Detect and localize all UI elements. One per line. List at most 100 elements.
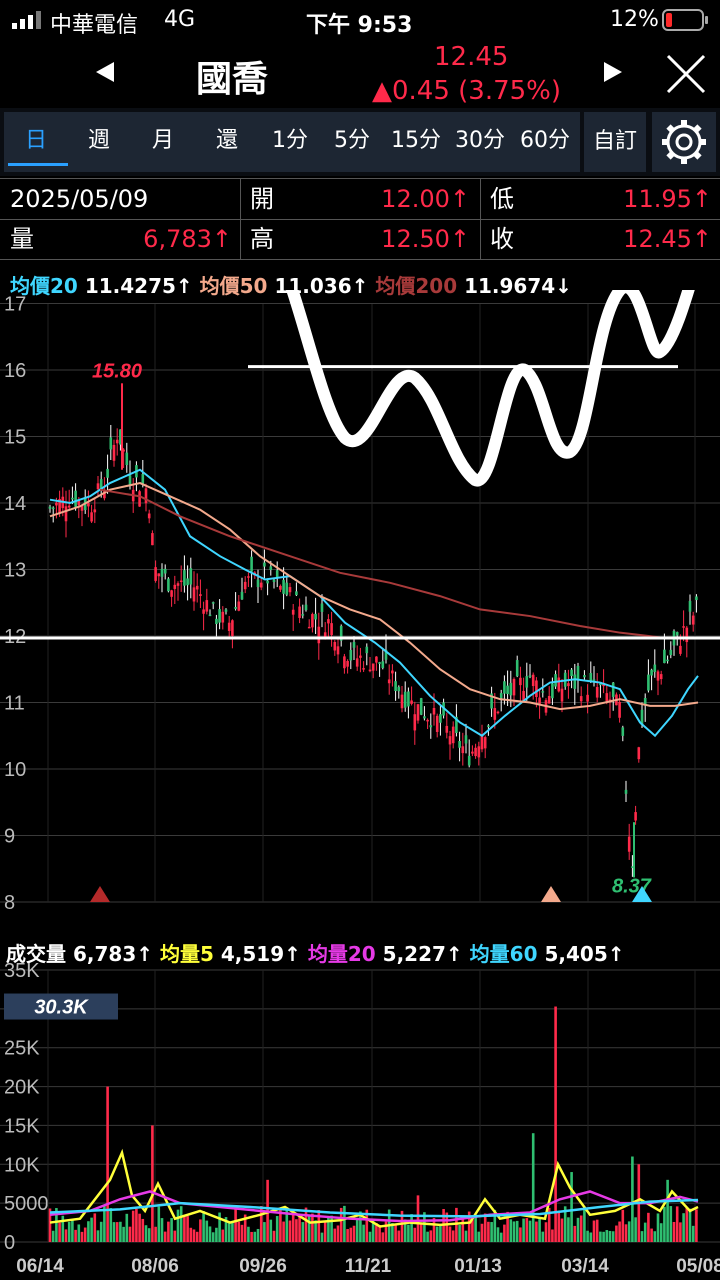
candle-body <box>663 649 666 664</box>
tab-restore[interactable]: 還 <box>196 112 258 172</box>
tab-15min[interactable]: 15分 <box>384 112 448 172</box>
candle-body <box>499 693 503 699</box>
candle-body <box>352 642 356 648</box>
volume-bar <box>64 1229 68 1242</box>
volume-bar <box>653 1231 657 1242</box>
candle-body <box>304 604 308 611</box>
volume-bar <box>67 1221 71 1242</box>
tab-60min[interactable]: 60分 <box>512 112 578 172</box>
volume-bar <box>669 1206 673 1242</box>
volume-bar <box>147 1228 151 1242</box>
network-type: 4G <box>164 7 196 32</box>
volume-bar <box>589 1232 593 1242</box>
candle-body <box>621 727 625 736</box>
candle-body <box>336 646 340 655</box>
candle-body <box>547 695 551 704</box>
tab-1min[interactable]: 1分 <box>260 112 320 172</box>
tab-30min[interactable]: 30分 <box>448 112 512 172</box>
candle-body <box>109 437 113 450</box>
volume-bar <box>314 1220 317 1242</box>
custom-button[interactable]: 自訂 <box>584 112 646 172</box>
volume-bar <box>317 1210 321 1242</box>
tab-5min[interactable]: 5分 <box>322 112 382 172</box>
candle-body <box>243 581 247 590</box>
volume-bar <box>691 1225 695 1242</box>
candle-body <box>519 677 522 686</box>
volume-bar <box>464 1230 468 1242</box>
volume-chart[interactable]: 35K30K25K20K15K10K5000030.3K06/1408/0609… <box>0 962 720 1280</box>
candle-body <box>496 711 500 714</box>
volume-bar <box>429 1230 433 1242</box>
date-axis-label: 11/21 <box>345 1256 392 1277</box>
price-chart[interactable]: 17161514131211109815.808.37 <box>0 290 720 910</box>
candle-body <box>314 613 317 620</box>
candle-body <box>679 645 682 654</box>
volume-bar <box>221 1229 225 1242</box>
gear-icon <box>662 120 706 164</box>
candle-body <box>624 789 628 794</box>
volume-bar <box>627 1221 631 1242</box>
tab-month[interactable]: 月 <box>132 112 194 172</box>
candle-body <box>429 725 433 728</box>
volume-bar <box>195 1231 199 1242</box>
candle-body <box>71 497 74 500</box>
candle-body <box>173 584 177 589</box>
candle-body <box>675 632 679 636</box>
grid-border <box>0 259 720 260</box>
next-stock-button[interactable] <box>598 58 626 86</box>
volume-bar <box>416 1195 420 1242</box>
tab-week[interactable]: 週 <box>68 112 130 172</box>
volume-bar <box>51 1230 55 1242</box>
candle-body <box>618 701 621 718</box>
volume-bar <box>119 1221 122 1242</box>
candle-body <box>67 505 71 508</box>
volume-bar <box>503 1224 506 1242</box>
candle-body <box>426 719 429 722</box>
high-label: 高 <box>250 225 274 253</box>
volume-bar <box>570 1172 573 1242</box>
low-label: 低 <box>490 185 514 213</box>
candle-body <box>234 607 237 609</box>
volume-bar <box>490 1222 493 1242</box>
candle-body <box>362 668 365 670</box>
volume-bar <box>675 1206 679 1242</box>
candle-body <box>586 694 589 702</box>
volume-bar <box>205 1220 209 1242</box>
candle-body <box>327 619 330 624</box>
volume-bar <box>247 1226 250 1242</box>
event-marker-icon <box>90 886 110 902</box>
candle-body <box>199 594 202 597</box>
volume-bar <box>362 1224 365 1242</box>
candle-body <box>467 755 471 766</box>
volume-bar <box>167 1221 170 1242</box>
active-tab-indicator <box>8 163 68 166</box>
status-bar: 中華電信 4G 下午 9:53 12% <box>0 0 720 40</box>
candle-body <box>298 606 301 618</box>
candle-body <box>365 646 369 654</box>
candle-body <box>288 587 292 593</box>
high-price-label: 15.80 <box>92 360 142 382</box>
volume-bar <box>279 1209 282 1242</box>
volume-bar <box>666 1179 669 1242</box>
candle-body <box>266 580 269 584</box>
event-marker-icon <box>541 886 561 902</box>
volume-axis-label: 15K <box>4 1115 40 1137</box>
candle-body <box>503 681 506 694</box>
volume-bar <box>304 1207 308 1242</box>
battery-icon <box>662 9 710 31</box>
close-button[interactable] <box>664 52 708 96</box>
candle-body <box>195 585 199 590</box>
candle-body <box>151 533 154 546</box>
candle-body <box>167 578 170 592</box>
volume-bar <box>602 1231 605 1242</box>
candle-body <box>381 661 385 668</box>
volume-bar <box>199 1219 202 1242</box>
candle-body <box>400 694 404 709</box>
settings-button[interactable] <box>652 112 716 172</box>
prev-stock-button[interactable] <box>92 58 120 86</box>
volume-bar <box>301 1222 305 1242</box>
candle-body <box>269 566 273 571</box>
volume-bar <box>643 1222 647 1242</box>
volume-bar <box>663 1206 666 1242</box>
price-axis-label: 9 <box>4 826 15 848</box>
